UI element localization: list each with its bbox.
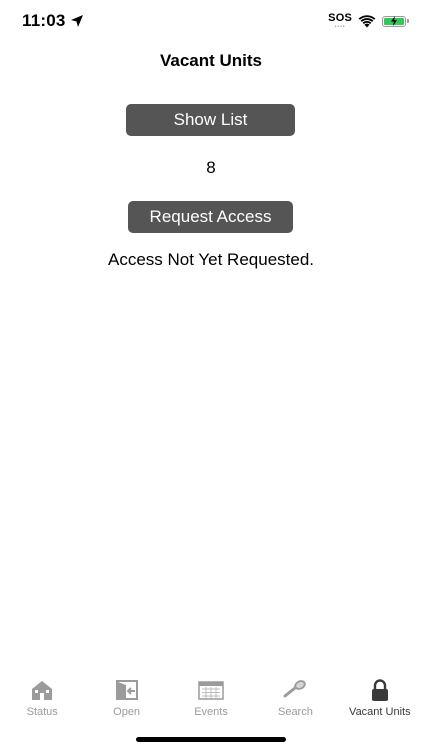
- calendar-icon: [198, 681, 224, 700]
- tab-search-label: Search: [277, 706, 313, 718]
- status-bar: 11:03 SOS ••••: [0, 0, 422, 44]
- tab-events[interactable]: Events: [169, 672, 253, 722]
- vacant-unit-count: 8: [206, 158, 216, 177]
- tab-search[interactable]: Search: [253, 672, 337, 722]
- tab-status[interactable]: Status: [0, 672, 84, 722]
- signal-dots: ••••: [334, 23, 346, 30]
- battery-cap: [407, 19, 409, 23]
- sos-label: SOS: [328, 11, 352, 24]
- access-status-text: Access Not Yet Requested.: [107, 250, 315, 269]
- tab-bar: Status Open Events Search Vacant Units: [0, 672, 422, 722]
- status-indicators: SOS ••••: [328, 11, 409, 30]
- status-time: 11:03: [22, 11, 66, 30]
- tab-open[interactable]: Open: [84, 672, 168, 722]
- house-icon: [32, 681, 53, 700]
- battery-icon: [382, 15, 409, 27]
- tab-open-label: Open: [113, 706, 141, 718]
- tab-events-label: Events: [194, 706, 228, 718]
- lock-icon: [371, 679, 388, 701]
- charging-bolt-icon: [391, 16, 397, 26]
- location-arrow-icon: [71, 15, 83, 27]
- tab-status-label: Status: [26, 706, 58, 718]
- request-access-button[interactable]: Request Access: [128, 201, 293, 233]
- wifi-icon: [358, 14, 376, 27]
- door-arrow-icon: [115, 680, 138, 700]
- page-title: Vacant Units: [159, 51, 263, 70]
- tab-vacant-units-label: Vacant Units: [349, 706, 411, 718]
- magnifier-icon: [283, 680, 307, 698]
- home-indicator[interactable]: [136, 737, 286, 742]
- show-list-button[interactable]: Show List: [126, 104, 295, 136]
- carrier-status: SOS ••••: [328, 11, 352, 30]
- tab-vacant-units[interactable]: Vacant Units: [338, 672, 422, 722]
